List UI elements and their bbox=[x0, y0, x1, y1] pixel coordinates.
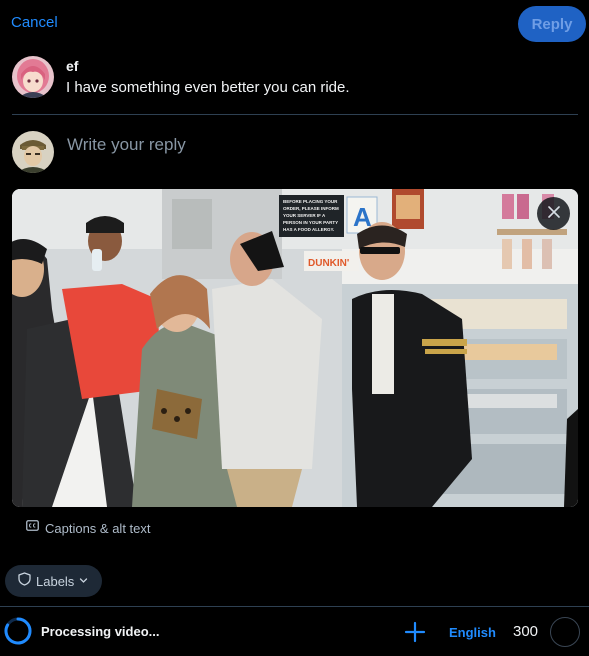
sign-line: PERSON IN YOUR PARTY bbox=[283, 220, 338, 225]
character-count: 300 bbox=[513, 623, 539, 640]
parent-text: I have something even better you can rid… bbox=[66, 79, 350, 96]
attached-video: BEFORE PLACING YOUR ORDER, PLEASE INFORM… bbox=[12, 189, 578, 507]
reply-button[interactable]: Reply bbox=[518, 6, 586, 42]
cancel-button[interactable]: Cancel bbox=[11, 14, 58, 31]
close-icon bbox=[547, 205, 560, 223]
sign-line: YOUR SERVER IF A bbox=[283, 213, 326, 218]
labels-label: Labels bbox=[36, 573, 75, 589]
processing-status: Processing video... bbox=[41, 624, 160, 639]
sign-line: BEFORE PLACING YOUR bbox=[283, 199, 338, 204]
plus-icon[interactable] bbox=[403, 620, 427, 644]
parent-avatar bbox=[12, 56, 54, 98]
shield-icon bbox=[18, 571, 31, 591]
divider bbox=[12, 114, 578, 115]
character-progress-ring bbox=[550, 617, 580, 647]
captions-label: Captions & alt text bbox=[45, 520, 151, 536]
sign-line: ORDER, PLEASE INFORM bbox=[283, 206, 339, 211]
remove-media-button[interactable] bbox=[537, 197, 570, 230]
reply-input[interactable] bbox=[67, 133, 547, 157]
captions-alt-text-button[interactable]: Captions & alt text bbox=[26, 519, 151, 537]
user-avatar bbox=[12, 131, 54, 173]
spinner-icon bbox=[4, 617, 32, 645]
parent-author: ef bbox=[66, 58, 79, 74]
parent-post: ef I have something even better you can … bbox=[12, 56, 578, 100]
labels-button[interactable]: Labels bbox=[5, 565, 102, 597]
top-bar: Cancel Reply bbox=[0, 0, 589, 48]
cc-icon bbox=[26, 519, 39, 537]
bottom-bar: Processing video... English 300 bbox=[0, 606, 589, 656]
chevron-down-icon bbox=[79, 572, 88, 590]
sign-line: HAS A FOOD ALLERGY. bbox=[283, 227, 334, 232]
store-sign: DUNKIN' bbox=[308, 258, 349, 269]
language-selector[interactable]: English bbox=[449, 625, 496, 640]
